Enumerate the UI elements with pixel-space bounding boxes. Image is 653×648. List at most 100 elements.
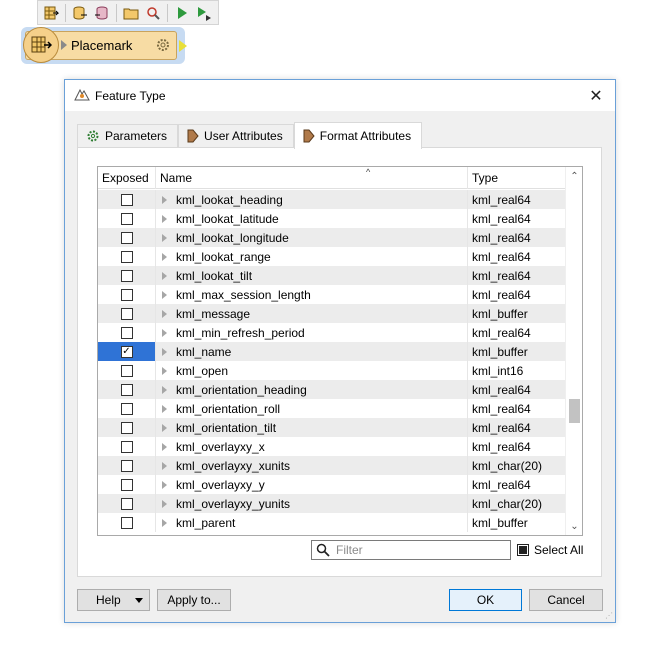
filter-field[interactable] [311, 540, 511, 560]
scroll-down-icon[interactable]: ⌄ [566, 519, 582, 533]
table-row[interactable]: kml_lookat_heading kml_real64 [98, 190, 566, 209]
table-row[interactable]: kml_open kml_int16 [98, 361, 566, 380]
expand-arrow-icon[interactable] [162, 518, 167, 527]
table-row[interactable]: kml_orientation_heading kml_real64 [98, 380, 566, 399]
exposed-checkbox[interactable] [120, 459, 133, 472]
exposed-cell[interactable] [98, 323, 156, 342]
table-row[interactable]: kml_overlayxy_xunits kml_char(20) [98, 456, 566, 475]
cancel-button[interactable]: Cancel [529, 589, 603, 611]
exposed-cell[interactable] [98, 456, 156, 475]
exposed-cell[interactable] [98, 437, 156, 456]
exposed-checkbox[interactable] [120, 250, 133, 263]
close-icon[interactable]: ✕ [585, 85, 607, 107]
exposed-cell[interactable] [98, 266, 156, 285]
type-cell[interactable]: kml_char(20) [468, 494, 566, 513]
exposed-checkbox[interactable] [120, 364, 133, 377]
type-cell[interactable]: kml_real64 [468, 285, 566, 304]
type-cell[interactable]: kml_real64 [468, 323, 566, 342]
expand-arrow-icon[interactable] [162, 423, 167, 432]
type-cell[interactable]: kml_int16 [468, 361, 566, 380]
exposed-cell[interactable]: ✓ [98, 342, 156, 361]
column-header-type[interactable]: Type [468, 167, 566, 189]
scroll-up-icon[interactable]: ⌃ [566, 169, 582, 183]
exposed-cell[interactable] [98, 304, 156, 323]
exposed-cell[interactable] [98, 285, 156, 304]
exposed-checkbox[interactable] [120, 402, 133, 415]
name-cell[interactable]: kml_message [156, 304, 468, 323]
table-row[interactable]: kml_lookat_tilt kml_real64 [98, 266, 566, 285]
exposed-cell[interactable] [98, 228, 156, 247]
expand-arrow-icon[interactable] [162, 309, 167, 318]
exposed-checkbox[interactable] [120, 193, 133, 206]
expand-arrow-icon[interactable] [162, 290, 167, 299]
name-cell[interactable]: kml_parent [156, 513, 468, 532]
type-cell[interactable]: kml_real64 [468, 437, 566, 456]
expand-arrow-icon[interactable] [162, 499, 167, 508]
run-to-icon[interactable] [193, 2, 215, 24]
expand-arrow-icon[interactable] [162, 404, 167, 413]
table-row[interactable]: kml_overlayxy_y kml_real64 [98, 475, 566, 494]
type-cell[interactable]: kml_real64 [468, 399, 566, 418]
exposed-cell[interactable] [98, 475, 156, 494]
name-cell[interactable]: kml_lookat_latitude [156, 209, 468, 228]
type-cell[interactable]: kml_buffer [468, 513, 566, 532]
table-row[interactable]: kml_max_session_length kml_real64 [98, 285, 566, 304]
exposed-cell[interactable] [98, 190, 156, 209]
apply-to-button[interactable]: Apply to... [157, 589, 231, 611]
exposed-checkbox[interactable] [120, 231, 133, 244]
table-arrow-icon[interactable] [40, 2, 62, 24]
gear-icon[interactable] [155, 37, 171, 56]
exposed-checkbox[interactable] [120, 326, 133, 339]
expand-arrow-icon[interactable] [162, 347, 167, 356]
scrollbar-thumb[interactable] [569, 399, 580, 423]
exposed-checkbox[interactable]: ✓ [120, 345, 133, 358]
name-cell[interactable]: kml_overlayxy_x [156, 437, 468, 456]
table-row[interactable]: kml_lookat_longitude kml_real64 [98, 228, 566, 247]
table-row[interactable]: kml_orientation_roll kml_real64 [98, 399, 566, 418]
inspect-icon[interactable] [142, 2, 164, 24]
tab-parameters[interactable]: Parameters [77, 124, 179, 147]
resize-grip-icon[interactable]: ⋰ [605, 611, 613, 620]
type-cell[interactable]: kml_buffer [468, 342, 566, 361]
name-cell[interactable]: kml_overlayxy_y [156, 475, 468, 494]
type-cell[interactable]: kml_real64 [468, 380, 566, 399]
filter-input[interactable] [334, 542, 504, 558]
type-cell[interactable]: kml_real64 [468, 190, 566, 209]
type-cell[interactable]: kml_real64 [468, 209, 566, 228]
column-header-name[interactable]: Name ^ [156, 167, 468, 189]
ok-button[interactable]: OK [449, 589, 522, 611]
table-row[interactable]: kml_min_refresh_period kml_real64 [98, 323, 566, 342]
exposed-checkbox[interactable] [120, 516, 133, 529]
type-cell[interactable]: kml_char(20) [468, 456, 566, 475]
expand-arrow-icon[interactable] [162, 328, 167, 337]
exposed-checkbox[interactable] [120, 478, 133, 491]
output-port-icon[interactable] [179, 40, 187, 52]
db-reader-icon[interactable] [69, 2, 91, 24]
expand-arrow-icon[interactable] [162, 214, 167, 223]
input-port-icon[interactable] [61, 40, 67, 50]
exposed-checkbox[interactable] [120, 269, 133, 282]
type-cell[interactable]: kml_buffer [468, 304, 566, 323]
name-cell[interactable]: kml_orientation_roll [156, 399, 468, 418]
vertical-scrollbar[interactable]: ⌃ ⌄ [565, 167, 582, 535]
db-writer-icon[interactable] [91, 2, 113, 24]
exposed-checkbox[interactable] [120, 497, 133, 510]
expand-arrow-icon[interactable] [162, 233, 167, 242]
expand-arrow-icon[interactable] [162, 366, 167, 375]
select-all-box[interactable] [517, 544, 529, 556]
expand-arrow-icon[interactable] [162, 461, 167, 470]
tab-user-attributes[interactable]: User Attributes [178, 124, 294, 147]
exposed-cell[interactable] [98, 494, 156, 513]
name-cell[interactable]: kml_max_session_length [156, 285, 468, 304]
run-icon[interactable] [171, 2, 193, 24]
table-row[interactable]: kml_lookat_latitude kml_real64 [98, 209, 566, 228]
expand-arrow-icon[interactable] [162, 442, 167, 451]
table-row[interactable]: kml_overlayxy_yunits kml_char(20) [98, 494, 566, 513]
table-row[interactable]: kml_overlayxy_x kml_real64 [98, 437, 566, 456]
name-cell[interactable]: kml_name [156, 342, 468, 361]
type-cell[interactable]: kml_real64 [468, 266, 566, 285]
name-cell[interactable]: kml_min_refresh_period [156, 323, 468, 342]
exposed-cell[interactable] [98, 380, 156, 399]
name-cell[interactable]: kml_overlayxy_yunits [156, 494, 468, 513]
type-cell[interactable]: kml_real64 [468, 228, 566, 247]
